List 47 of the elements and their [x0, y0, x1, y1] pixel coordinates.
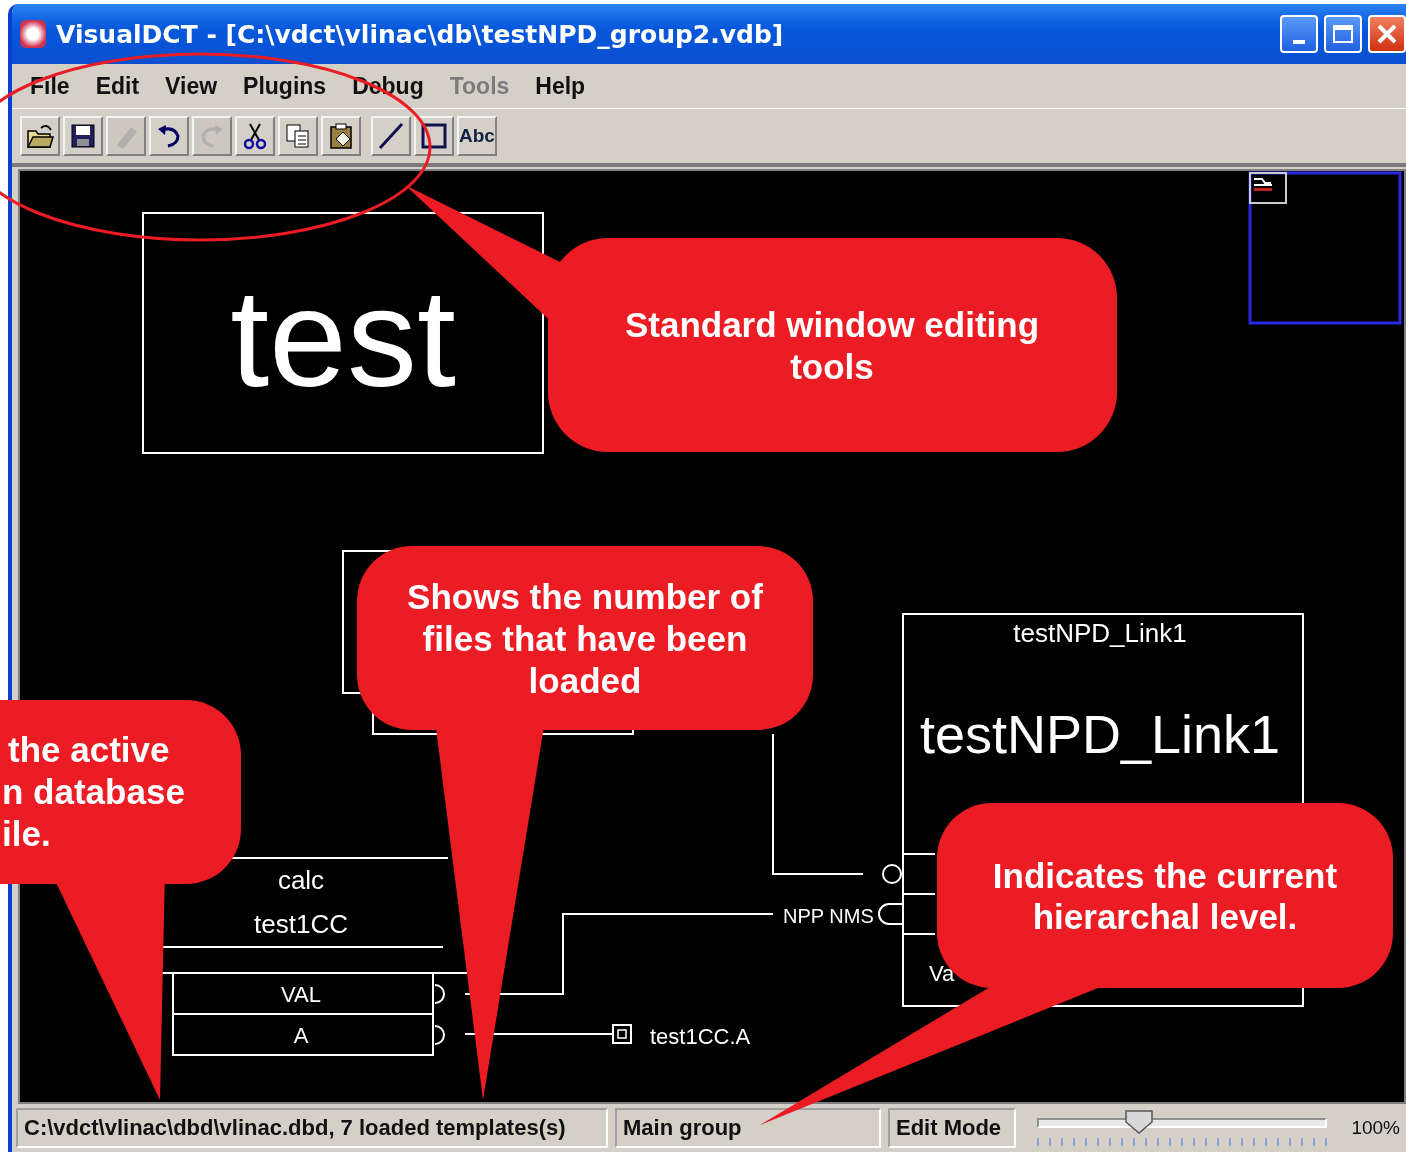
port-icon	[878, 903, 904, 925]
close-button[interactable]	[1368, 15, 1406, 53]
record-name: test1CC	[254, 909, 348, 939]
box-icon	[419, 121, 449, 151]
minimize-button[interactable]	[1280, 15, 1318, 53]
menu-item[interactable]: Plugins	[231, 72, 339, 100]
port-icon	[434, 1025, 445, 1045]
save-icon	[68, 121, 98, 151]
maximize-button[interactable]	[1324, 15, 1362, 53]
line-icon	[376, 121, 406, 151]
window-title: VisualDCT - [C:\vdct\vlinac\db\testNPD_group2.vdb]	[56, 19, 785, 49]
record-name: testNPD_Link1	[919, 704, 1281, 764]
paste-button[interactable]	[321, 116, 361, 156]
status-mode: Edit Mode	[888, 1108, 1016, 1148]
status-group: Main group	[615, 1108, 881, 1148]
save-button[interactable]	[63, 116, 103, 156]
slider-thumb[interactable]	[1125, 1110, 1154, 1134]
menu-item[interactable]: Help	[523, 72, 598, 100]
undo-button[interactable]	[149, 116, 189, 156]
field-name: VAL	[281, 982, 321, 1007]
status-file-info: C:\vdct\vlinac\dbd\vlinac.dbd, 7 loaded templates(s)	[16, 1108, 608, 1148]
line-button[interactable]	[371, 116, 411, 156]
cut-button[interactable]	[235, 116, 275, 156]
link-label: NPP NMS	[783, 905, 874, 927]
text-box-label: test	[230, 259, 456, 416]
zoom-reading: 100%	[1351, 1117, 1401, 1139]
port-icon	[434, 984, 445, 1004]
menu-item[interactable]: View	[153, 72, 230, 100]
link-label: test1CC.A	[650, 1024, 751, 1049]
port-icon	[882, 864, 902, 884]
link-end-icon	[612, 1024, 632, 1044]
minimize-icon	[1293, 40, 1305, 44]
text-tool-button[interactable]: Abc	[457, 116, 497, 156]
callout-text: Standard window editing tools	[624, 305, 1040, 386]
menu-item[interactable]: Edit	[83, 72, 152, 100]
callout-text: Shows the number of files that have been loaded	[407, 577, 763, 700]
open-button[interactable]	[20, 116, 60, 156]
record-title: testNPD_Link1	[1013, 618, 1187, 648]
navigator-view-icon	[1249, 172, 1287, 204]
copy-button[interactable]	[278, 116, 318, 156]
app-icon	[20, 20, 46, 48]
field-name: Va	[929, 961, 955, 986]
field-name: A	[293, 1023, 309, 1048]
box-button[interactable]	[414, 116, 454, 156]
record-type: calc	[277, 865, 325, 895]
callout-text: Indicates the current hierarchal level.	[992, 856, 1338, 936]
maximize-icon	[1333, 25, 1353, 43]
